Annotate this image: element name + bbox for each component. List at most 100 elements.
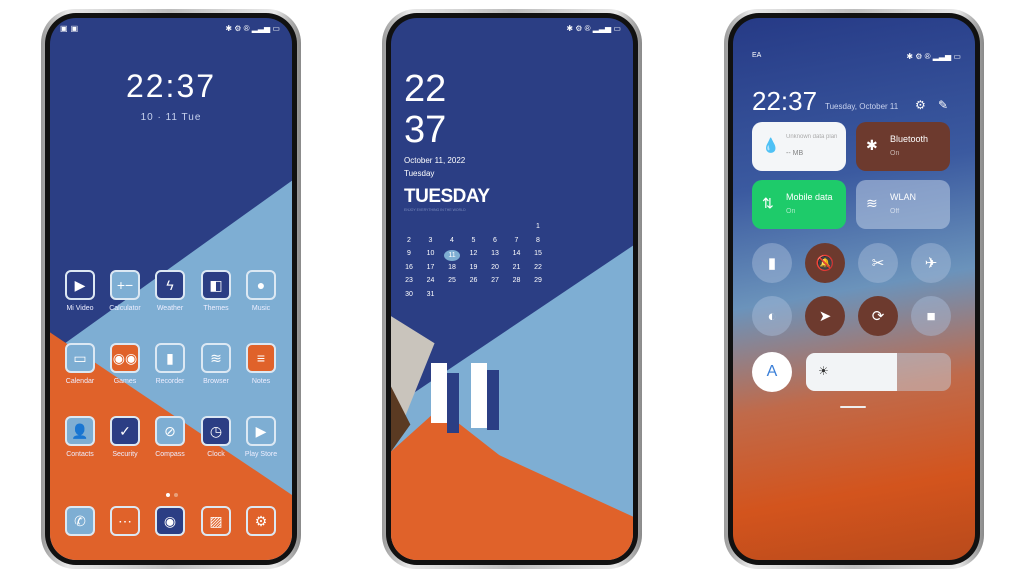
calendar-day[interactable]: 26 bbox=[466, 277, 482, 284]
calendar-day[interactable]: 24 bbox=[423, 277, 439, 284]
calendar-day[interactable]: 15 bbox=[530, 250, 546, 257]
tile-title: Bluetooth bbox=[890, 134, 929, 144]
calendar-day[interactable]: 5 bbox=[466, 237, 482, 244]
compass-icon: ⊘ bbox=[164, 422, 176, 439]
clock-hour: 22 bbox=[404, 68, 447, 110]
sun-icon: ☀ bbox=[818, 364, 829, 378]
settings-icon[interactable]: ⚙ bbox=[915, 98, 926, 112]
app-compass[interactable]: ⊘ bbox=[155, 416, 185, 446]
calendar-day[interactable]: 31 bbox=[423, 291, 439, 298]
control-center: EA ✱ ⚙ ® ▂▃▅ ▭ 22:37 Tuesday, October 11… bbox=[733, 18, 975, 560]
app-games[interactable]: ◉◉ bbox=[110, 343, 140, 373]
calendar-day[interactable]: 10 bbox=[423, 250, 439, 257]
calendar-day[interactable]: 21 bbox=[509, 264, 525, 271]
location-toggle[interactable]: ➤ bbox=[805, 296, 845, 336]
airplane-mode-toggle[interactable]: ✈ bbox=[911, 243, 951, 283]
mute-toggle[interactable]: 🔕 bbox=[805, 243, 845, 283]
dock-phone[interactable]: ✆ bbox=[65, 506, 95, 536]
isometric-block bbox=[431, 363, 447, 423]
clock-minute: 37 bbox=[404, 109, 447, 151]
security-icon: ✓ bbox=[119, 422, 131, 439]
app-play-store[interactable]: ▶ bbox=[246, 416, 276, 446]
tile-mobile-data[interactable]: ⇅ Mobile data On bbox=[752, 180, 846, 229]
calendar-day[interactable]: 16 bbox=[401, 264, 417, 271]
weather-icon: ϟ bbox=[166, 277, 174, 293]
browser-icon: ≋ bbox=[210, 349, 222, 366]
calendar-day[interactable]: 1 bbox=[530, 223, 546, 230]
isometric-block bbox=[447, 373, 459, 433]
music-icon: ● bbox=[256, 277, 266, 293]
calendar-day[interactable]: 18 bbox=[444, 264, 460, 271]
calendar-day[interactable]: 20 bbox=[487, 264, 503, 271]
dock-settings[interactable]: ⚙ bbox=[246, 506, 276, 536]
tile-title: Mobile data bbox=[786, 192, 833, 202]
edit-icon[interactable]: ✎ bbox=[938, 98, 948, 112]
tile-status: On bbox=[890, 150, 900, 157]
app-security[interactable]: ✓ bbox=[110, 416, 140, 446]
brightness-slider[interactable]: ☀ bbox=[806, 353, 951, 391]
calendar-day[interactable]: 14 bbox=[509, 250, 525, 257]
calendar-day[interactable]: 7 bbox=[509, 237, 525, 244]
app-label: Notes bbox=[251, 378, 271, 385]
app-music[interactable]: ● bbox=[246, 270, 276, 300]
app-label: Play Store bbox=[244, 451, 278, 458]
tile-status: On bbox=[786, 208, 796, 215]
calendar-day[interactable]: 22 bbox=[530, 264, 546, 271]
calendar-day[interactable]: 3 bbox=[423, 237, 439, 244]
app-notes[interactable]: ≡ bbox=[246, 343, 276, 373]
calendar-day[interactable]: 13 bbox=[487, 250, 503, 257]
isometric-block bbox=[471, 363, 487, 428]
flashlight-toggle[interactable]: ▮ bbox=[752, 243, 792, 283]
dock-messages[interactable]: ⋯ bbox=[110, 506, 140, 536]
calendar-day-today[interactable]: 11 bbox=[444, 250, 460, 261]
calendar-day[interactable]: 23 bbox=[401, 277, 417, 284]
screenshot-toggle[interactable]: ✂ bbox=[858, 243, 898, 283]
games-icon: ◉◉ bbox=[112, 349, 138, 366]
calendar-day[interactable]: 27 bbox=[487, 277, 503, 284]
settings-icon: ⚙ bbox=[254, 512, 268, 529]
calendar-day[interactable]: 17 bbox=[423, 264, 439, 271]
camera-icon: ◉ bbox=[163, 512, 177, 529]
calendar-day[interactable]: 28 bbox=[509, 277, 525, 284]
gallery-icon: ▨ bbox=[209, 512, 223, 529]
tile-unknown-data-plan[interactable]: 💧 Unknown data plan -- MB bbox=[752, 122, 846, 171]
calendar-day[interactable]: 8 bbox=[530, 237, 546, 244]
app-mi-video[interactable]: ▶ bbox=[65, 270, 95, 300]
app-browser[interactable]: ≋ bbox=[201, 343, 231, 373]
calendar-day[interactable]: 30 bbox=[401, 291, 417, 298]
calendar-day[interactable]: 4 bbox=[444, 237, 460, 244]
calendar-day[interactable]: 25 bbox=[444, 277, 460, 284]
page-indicator-active[interactable] bbox=[166, 493, 170, 497]
tile-bluetooth[interactable]: ✱ Bluetooth On bbox=[856, 122, 950, 171]
dark-mode-toggle[interactable]: ◐ bbox=[752, 296, 792, 336]
app-contacts[interactable]: 👤 bbox=[65, 416, 95, 446]
app-recorder[interactable]: ▮ bbox=[155, 343, 185, 373]
messages-icon: ⋯ bbox=[118, 512, 132, 529]
app-calendar[interactable]: ▭ bbox=[65, 343, 95, 373]
close-handle[interactable] bbox=[840, 406, 866, 408]
screen-recorder-toggle[interactable]: ■ bbox=[911, 296, 951, 336]
app-themes[interactable]: ◧ bbox=[201, 270, 231, 300]
page-indicator[interactable] bbox=[174, 493, 178, 497]
auto-brightness-button[interactable]: A bbox=[752, 352, 792, 392]
clock-widget[interactable]: 22:37 bbox=[50, 68, 292, 105]
calendar-day[interactable]: 12 bbox=[466, 250, 482, 257]
calendar-day[interactable]: 29 bbox=[530, 277, 546, 284]
app-weather[interactable]: ϟ bbox=[155, 270, 185, 300]
date-widget: 10 · 11 Tue bbox=[140, 112, 202, 123]
app-clock[interactable]: ◷ bbox=[201, 416, 231, 446]
calendar-day[interactable]: 2 bbox=[401, 237, 417, 244]
calendar-day[interactable]: 9 bbox=[401, 250, 417, 257]
tile-wlan[interactable]: ≋ WLAN Off bbox=[856, 180, 950, 229]
phone-home-screen: ▣ ▣ ✱ ⚙ ® ▂▃▅ ▭ 22:37 10 · 11 Tue ▶ Mi Vid… bbox=[41, 9, 301, 569]
themes-icon: ◧ bbox=[209, 276, 223, 293]
dock-gallery[interactable]: ▨ bbox=[201, 506, 231, 536]
mobile-data-icon: ⇅ bbox=[762, 195, 774, 211]
contacts-icon: 👤 bbox=[71, 422, 89, 439]
dock-camera[interactable]: ◉ bbox=[155, 506, 185, 536]
calendar-day[interactable]: 19 bbox=[466, 264, 482, 271]
home-screen: ▣ ▣ ✱ ⚙ ® ▂▃▅ ▭ 22:37 10 · 11 Tue ▶ Mi Vid… bbox=[50, 18, 292, 560]
rotation-lock-toggle[interactable]: ⟳ bbox=[858, 296, 898, 336]
calendar-day[interactable]: 6 bbox=[487, 237, 503, 244]
app-calculator[interactable]: +− bbox=[110, 270, 140, 300]
